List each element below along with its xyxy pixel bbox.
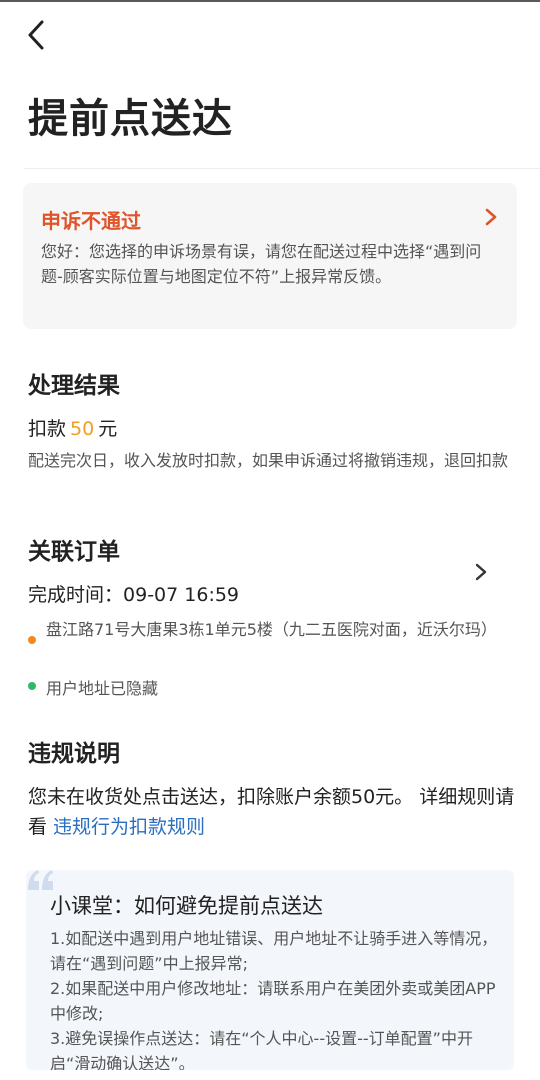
deduct-line: 扣款 50 元	[28, 414, 117, 441]
tips-title: 小课堂：如何避免提前点送达	[50, 894, 323, 918]
user-address-hidden: 用户地址已隐藏	[46, 679, 159, 698]
deduct-amount: 50	[70, 418, 95, 440]
complete-time-value: 09-07 16:59	[123, 584, 240, 606]
violation-heading: 违规说明	[28, 741, 120, 767]
tips-item: 2.如果配送中用户修改地址：请联系用户在美团外卖或美团APP中修改;	[50, 979, 496, 1023]
violation-rules-link[interactable]: 违规行为扣款规则	[53, 816, 205, 838]
deduct-unit: 元	[98, 418, 118, 440]
deduct-label: 扣款	[28, 418, 67, 440]
appeal-card[interactable]: 申诉不通过 您好：您选择的申诉场景有误，请您在配送过程中选择“遇到问题-顾客实际…	[23, 183, 517, 329]
chevron-right-icon	[485, 208, 497, 226]
header-divider	[24, 168, 540, 169]
deduct-note: 配送完次日，收入发放时扣款，如果申诉通过将撤销违规，退回扣款	[28, 451, 509, 470]
complete-label: 完成时间：	[28, 584, 124, 606]
violation-text: 您未在收货处点击送达，扣除账户余额50元。 详细规则请看 违规行为扣款规则	[28, 782, 516, 842]
tips-card: 小课堂：如何避免提前点送达 1.如配送中遇到用户地址错误、用户地址不让骑手进入等…	[26, 870, 514, 1070]
appeal-message: 您好：您选择的申诉场景有误，请您在配送过程中选择“遇到问题-顾客实际位置与地图定…	[41, 242, 482, 286]
tips-item: 1.如配送中遇到用户地址错误、用户地址不让骑手进入等情况，请在“遇到问题”中上报…	[50, 929, 498, 973]
appeal-status: 申诉不通过	[41, 209, 141, 233]
chevron-right-icon[interactable]	[474, 562, 488, 582]
result-heading: 处理结果	[28, 373, 120, 399]
chevron-left-icon	[28, 20, 44, 50]
tips-list: 1.如配送中遇到用户地址错误、用户地址不让骑手进入等情况，请在“遇到问题”中上报…	[50, 926, 500, 1070]
back-button[interactable]	[26, 18, 62, 52]
page-title: 提前点送达	[28, 96, 233, 142]
tips-item: 3.避免误操作点送达：请在“个人中心--设置--订单配置”中开启“滑动确认送达”…	[50, 1029, 473, 1070]
dropoff-dot	[28, 682, 36, 690]
status-bar-line	[0, 0, 540, 2]
order-heading: 关联订单	[28, 539, 120, 565]
complete-time[interactable]: 完成时间：09-07 16:59	[28, 580, 239, 607]
pickup-dot	[28, 636, 36, 644]
order-address: 盘江路71号大唐果3栋1单元5楼（九二五医院对面，近沃尔玛）	[46, 620, 497, 639]
